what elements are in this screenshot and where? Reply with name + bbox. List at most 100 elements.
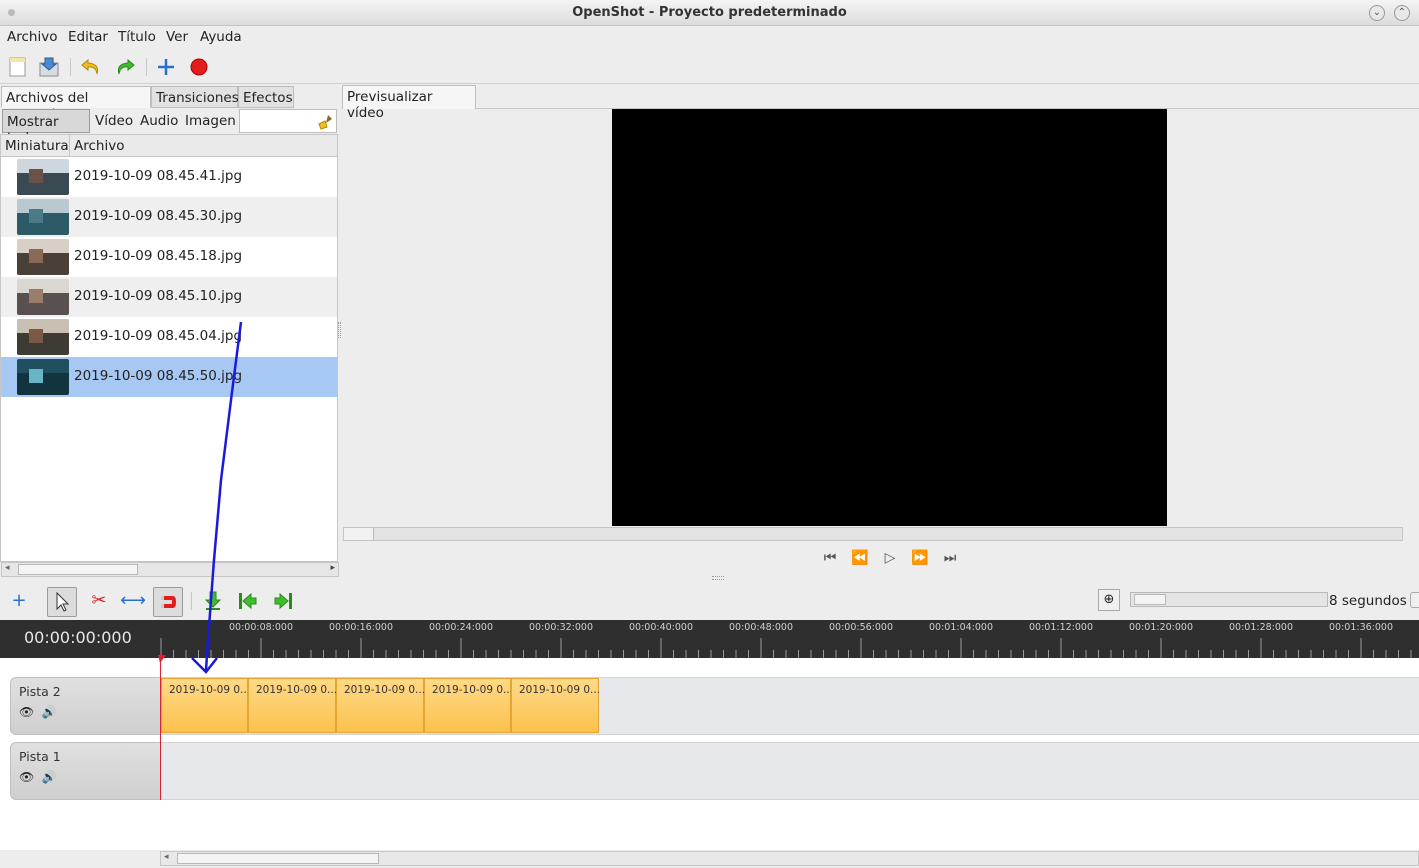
timeline-scrollbar[interactable]: ◂ — [160, 851, 1419, 866]
razor-icon[interactable]: ✂ — [84, 587, 114, 617]
video-preview — [612, 109, 1167, 526]
preview-splitter[interactable] — [712, 576, 724, 580]
magnet-icon[interactable] — [153, 587, 183, 617]
filter-show-all[interactable]: Mostrar todo — [2, 109, 90, 146]
window-title: OpenShot - Proyecto predeterminado — [572, 5, 847, 20]
current-timecode: 00:00:00:000 — [24, 628, 132, 647]
menu-archivo[interactable]: Archivo — [7, 29, 57, 45]
list-item[interactable]: 2019-10-09 08.45.50.jpg — [1, 357, 337, 397]
jump-end-icon[interactable]: ⏭ — [939, 550, 961, 568]
timeline-clip[interactable]: 2019-10-09 0... — [161, 678, 250, 733]
zoom-out-button[interactable] — [1410, 592, 1419, 608]
zoom-label: 8 segundos — [1329, 593, 1407, 609]
thumbnail-image — [17, 199, 69, 235]
redo-icon[interactable] — [113, 55, 137, 79]
timeline-clip[interactable]: 2019-10-09 0... — [511, 678, 600, 733]
tab-preview-video[interactable]: Previsualizar vídeo — [342, 85, 476, 121]
fast-forward-icon[interactable]: ⏩ — [909, 550, 931, 568]
playhead[interactable] — [160, 654, 161, 800]
ruler-label: 00:00:40:000 — [629, 622, 693, 633]
filter-image[interactable]: Imagen — [181, 109, 240, 133]
ruler-label: 00:00:08:000 — [229, 622, 293, 633]
menu-editar[interactable]: Editar — [68, 29, 108, 45]
track-name: Pista 2 — [19, 684, 61, 699]
main-toolbar — [0, 50, 1419, 84]
preview-seek-slider[interactable] — [343, 527, 1403, 541]
play-icon[interactable]: ▷ — [879, 550, 901, 568]
panel-splitter[interactable] — [338, 322, 341, 338]
timeline-clip[interactable]: 2019-10-09 0... — [424, 678, 513, 733]
filter-audio[interactable]: Audio — [136, 109, 182, 133]
jump-start-icon[interactable]: ⏮ — [819, 550, 841, 568]
file-list-scrollbar[interactable]: ◂ ▸ — [1, 562, 339, 577]
maximize-button[interactable]: ⌃ — [1394, 5, 1410, 21]
menu-ayuda[interactable]: Ayuda — [200, 29, 242, 45]
ruler-label: 00:00:32:000 — [529, 622, 593, 633]
playhead-marker-icon[interactable] — [157, 654, 167, 664]
ruler-label: 00:01:12:000 — [1029, 622, 1093, 633]
zoom-slider[interactable] — [1130, 592, 1328, 607]
filter-video[interactable]: Vídeo — [91, 109, 137, 133]
menu-bar: Archivo Editar Título Ver Ayuda — [0, 26, 1419, 48]
track-name: Pista 1 — [19, 749, 61, 764]
add-track-icon[interactable]: + — [4, 587, 34, 617]
list-item[interactable]: 2019-10-09 08.45.04.jpg — [1, 317, 337, 357]
ruler-label: 00:00:56:000 — [829, 622, 893, 633]
ruler-label: 00:01:04:000 — [929, 622, 993, 633]
track-visibility-audio-icons[interactable]: 👁 🔊 — [19, 705, 57, 719]
tab-project-files[interactable]: Archivos del proyecto — [1, 86, 151, 122]
snap-arrows-icon[interactable]: ⟷ — [118, 587, 148, 617]
zoom-fit-icon[interactable]: ⊕ — [1098, 589, 1120, 611]
file-name: 2019-10-09 08.45.10.jpg — [74, 288, 243, 304]
search-input[interactable] — [239, 109, 337, 133]
thumbnail-image — [17, 279, 69, 315]
clear-broom-icon[interactable] — [316, 113, 334, 131]
timeline-ruler[interactable] — [0, 620, 1419, 658]
list-item[interactable]: 2019-10-09 08.45.18.jpg — [1, 237, 337, 277]
thumbnail-image — [17, 159, 69, 195]
new-project-icon[interactable] — [6, 55, 30, 79]
file-list: Miniatura Archivo 2019-10-09 08.45.41.jp… — [0, 134, 339, 577]
tab-effects[interactable]: Efectos — [238, 86, 294, 108]
ruler-label: 00:01:28:000 — [1229, 622, 1293, 633]
select-pointer-icon[interactable] — [47, 587, 77, 617]
ruler-label: 00:00:48:000 — [729, 622, 793, 633]
filter-bar: Mostrar todo Vídeo Audio Imagen — [0, 109, 338, 146]
file-name: 2019-10-09 08.45.18.jpg — [74, 248, 243, 264]
list-item[interactable]: 2019-10-09 08.45.10.jpg — [1, 277, 337, 317]
export-record-icon[interactable] — [187, 55, 211, 79]
file-name: 2019-10-09 08.45.30.jpg — [74, 208, 243, 224]
ruler-label: 00:00:24:000 — [429, 622, 493, 633]
undo-icon[interactable] — [79, 55, 103, 79]
file-name: 2019-10-09 08.45.50.jpg — [74, 368, 243, 384]
add-file-icon[interactable] — [154, 55, 178, 79]
list-item[interactable]: 2019-10-09 08.45.41.jpg — [1, 157, 337, 197]
menu-titulo[interactable]: Título — [118, 29, 156, 45]
thumbnail-image — [17, 239, 69, 275]
file-name: 2019-10-09 08.45.41.jpg — [74, 168, 243, 184]
thumbnail-image — [17, 359, 69, 395]
track-visibility-audio-icons[interactable]: 👁 🔊 — [19, 770, 57, 784]
track-header-2[interactable]: Pista 2 👁 🔊 — [10, 677, 162, 735]
list-item[interactable]: 2019-10-09 08.45.30.jpg — [1, 197, 337, 237]
menu-ver[interactable]: Ver — [166, 29, 188, 45]
ruler-label: 00:00:16:000 — [329, 622, 393, 633]
file-name: 2019-10-09 08.45.04.jpg — [74, 328, 243, 344]
previous-marker-icon[interactable] — [232, 587, 262, 617]
track-body-1[interactable] — [161, 742, 1419, 800]
timeline-clip[interactable]: 2019-10-09 0... — [336, 678, 425, 733]
ruler-ticks — [160, 638, 1412, 658]
tab-transitions[interactable]: Transiciones — [151, 86, 239, 108]
timeline-clip[interactable]: 2019-10-09 0... — [248, 678, 337, 733]
column-thumbnail[interactable]: Miniatura — [1, 135, 70, 157]
track-header-1[interactable]: Pista 1 👁 🔊 — [10, 742, 162, 800]
open-project-icon[interactable] — [37, 55, 61, 79]
ruler-label: 00:01:36:000 — [1329, 622, 1393, 633]
minimize-button[interactable]: ⌄ — [1369, 5, 1385, 21]
thumbnail-image — [17, 319, 69, 355]
next-marker-icon[interactable] — [269, 587, 299, 617]
ruler-label: 00:01:20:000 — [1129, 622, 1193, 633]
rewind-icon[interactable]: ⏪ — [849, 550, 871, 568]
column-file[interactable]: Archivo — [70, 135, 337, 157]
add-marker-icon[interactable] — [198, 587, 228, 617]
